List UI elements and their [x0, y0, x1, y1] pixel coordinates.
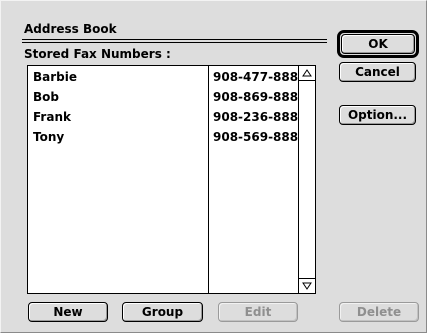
title-divider-secondary: [22, 42, 327, 43]
cancel-button[interactable]: Cancel: [339, 62, 416, 82]
contact-name: Barbie: [33, 70, 78, 84]
scroll-up-button[interactable]: [299, 66, 315, 81]
contact-name: Tony: [33, 130, 65, 144]
list-scrollbar[interactable]: [298, 66, 315, 293]
dialog-title: Address Book: [24, 22, 117, 36]
title-divider: [22, 39, 327, 40]
new-button[interactable]: New: [28, 302, 108, 322]
delete-button[interactable]: Delete: [339, 302, 419, 322]
edit-button[interactable]: Edit: [218, 302, 298, 322]
contact-name: Frank: [33, 110, 71, 124]
group-button[interactable]: Group: [122, 302, 203, 322]
contact-name: Bob: [33, 90, 59, 104]
arrow-up-icon: [302, 69, 312, 77]
fax-number: 908-477-8888: [213, 70, 307, 84]
option-button[interactable]: Option...: [339, 105, 416, 125]
list-row[interactable]: Bob 908-869-8888: [28, 87, 306, 108]
list-row[interactable]: Tony 908-569-8888: [28, 127, 306, 148]
fax-number: 908-236-8888: [213, 110, 307, 124]
scroll-down-button[interactable]: [299, 278, 315, 293]
address-book-dialog: Address Book Stored Fax Numbers : Barbie…: [0, 0, 427, 333]
list-row[interactable]: Barbie 908-477-8888: [28, 67, 306, 88]
list-row[interactable]: Frank 908-236-8888: [28, 107, 306, 128]
ok-button[interactable]: OK: [341, 34, 415, 54]
stored-fax-numbers-label: Stored Fax Numbers :: [24, 47, 171, 61]
arrow-down-icon: [302, 282, 312, 290]
fax-number: 908-869-8888: [213, 90, 307, 104]
fax-number: 908-569-8888: [213, 130, 307, 144]
fax-number-list[interactable]: Barbie 908-477-8888 Bob 908-869-8888 Fra…: [27, 65, 316, 294]
